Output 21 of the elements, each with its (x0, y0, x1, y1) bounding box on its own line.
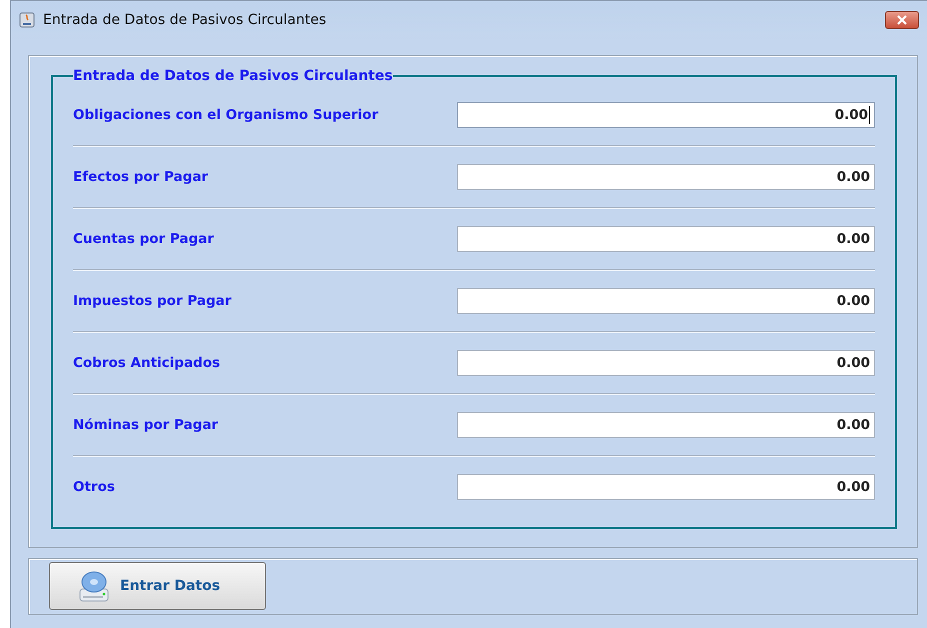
disk-drive-icon (78, 569, 110, 603)
close-button[interactable] (885, 11, 919, 29)
window-title: Entrada de Datos de Pasivos Circulantes (43, 12, 328, 28)
close-icon (896, 15, 908, 25)
app-icon (19, 12, 35, 28)
input-field[interactable]: 0.00 (457, 474, 875, 500)
enter-data-button[interactable]: Entrar Datos (49, 562, 266, 610)
field-label: Obligaciones con el Organismo Superior (73, 106, 378, 122)
field-label: Impuestos por Pagar (73, 292, 232, 308)
input-field[interactable]: 0.00 (457, 164, 875, 190)
input-field[interactable]: 0.00 (457, 350, 875, 376)
field-label: Nóminas por Pagar (73, 416, 218, 432)
field-label: Cuentas por Pagar (73, 230, 214, 246)
group-title: Entrada de Datos de Pasivos Circulantes (73, 68, 393, 84)
field-label: Cobros Anticipados (73, 354, 220, 370)
input-field[interactable]: 0.00 (457, 226, 875, 252)
input-field[interactable]: 0.00 (457, 102, 875, 128)
input-field[interactable]: 0.00 (457, 412, 875, 438)
field-label: Otros (73, 478, 115, 494)
field-label: Efectos por Pagar (73, 168, 208, 184)
input-field[interactable]: 0.00 (457, 288, 875, 314)
